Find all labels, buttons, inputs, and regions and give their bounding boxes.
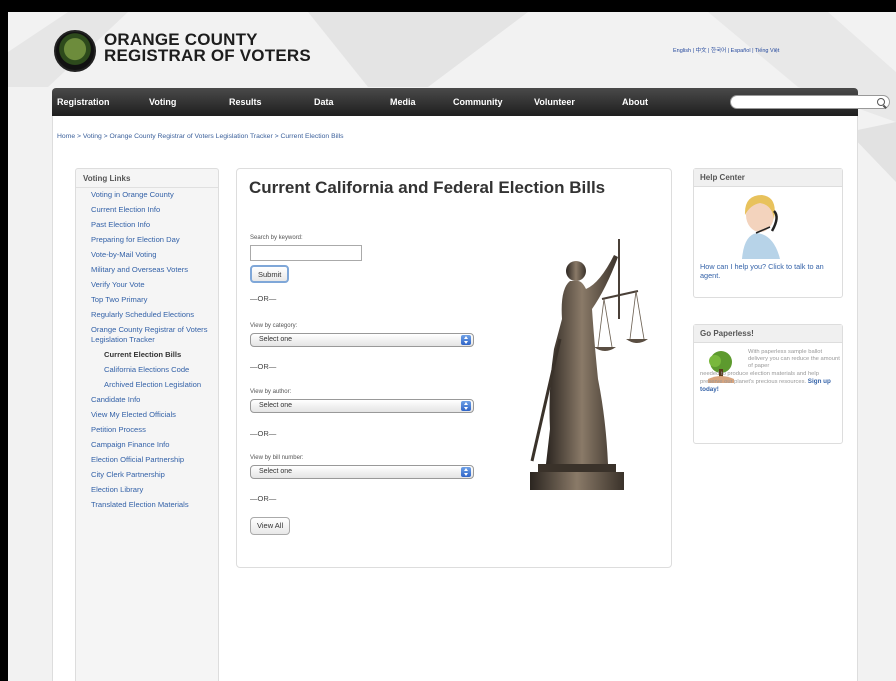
sidebar-item-regular-elections[interactable]: Regularly Scheduled Elections	[76, 308, 218, 323]
go-paperless-card: Go Paperless! With paperless sample ball…	[693, 324, 843, 444]
sidebar-item-elected-officials[interactable]: View My Elected Officials	[76, 408, 218, 423]
sidebar-item-preparing[interactable]: Preparing for Election Day	[76, 233, 218, 248]
nav-item-about[interactable]: About	[622, 97, 648, 107]
content-area: Home > Voting > Orange County Registrar …	[52, 116, 858, 681]
sidebar-item-petition-process[interactable]: Petition Process	[76, 423, 218, 438]
sidebar-item-official-partnership[interactable]: Election Official Partnership	[76, 453, 218, 468]
site-logo-text[interactable]: ORANGE COUNTY REGISTRAR OF VOTERS	[104, 31, 311, 65]
nav-item-community[interactable]: Community	[453, 97, 503, 107]
site-search-input[interactable]	[730, 95, 890, 109]
sidebar-item-archived-legislation[interactable]: Archived Election Legislation	[76, 378, 218, 393]
author-select[interactable]: Select one	[250, 399, 474, 413]
category-label: View by category:	[250, 323, 298, 329]
main-nav: Registration Voting Results Data Media C…	[52, 88, 890, 116]
sidebar-item-current-election-info[interactable]: Current Election Info	[76, 203, 218, 218]
sidebar-item-translated-materials[interactable]: Translated Election Materials	[76, 498, 218, 513]
sidebar-item-campaign-finance[interactable]: Campaign Finance Info	[76, 438, 218, 453]
or-divider: —OR—	[250, 362, 277, 371]
category-select-value: Select one	[259, 336, 293, 343]
sidebar-item-elections-code[interactable]: California Elections Code	[76, 363, 218, 378]
nav-item-volunteer[interactable]: Volunteer	[534, 97, 575, 107]
submit-button[interactable]: Submit	[250, 265, 290, 283]
keyword-label: Search by keyword:	[250, 235, 303, 241]
sidebar-item-candidate-info[interactable]: Candidate Info	[76, 393, 218, 408]
or-divider: —OR—	[250, 294, 277, 303]
nav-item-voting[interactable]: Voting	[149, 97, 176, 107]
nav-item-registration[interactable]: Registration	[57, 97, 110, 107]
chevron-updown-icon	[461, 401, 471, 411]
nav-item-results[interactable]: Results	[229, 97, 262, 107]
sidebar-item-military-overseas[interactable]: Military and Overseas Voters	[76, 263, 218, 278]
sidebar-item-legislation-tracker[interactable]: Orange County Registrar of Voters Legisl…	[76, 323, 218, 348]
support-agent-photo[interactable]	[712, 189, 802, 259]
author-select-value: Select one	[259, 402, 293, 409]
bill-number-label: View by bill number:	[250, 455, 304, 461]
search-icon[interactable]	[877, 98, 885, 106]
breadcrumb[interactable]: Home > Voting > Orange County Registrar …	[57, 133, 344, 140]
browser-page: ORANGE COUNTY REGISTRAR OF VOTERS Englis…	[8, 12, 896, 681]
sidebar-item-vote-by-mail[interactable]: Vote-by-Mail Voting	[76, 248, 218, 263]
paperless-text-a: With paperless sample ballot delivery yo…	[748, 349, 840, 370]
author-label: View by author:	[250, 389, 292, 395]
help-center-title: Help Center	[694, 169, 842, 187]
county-seal-logo[interactable]	[54, 30, 96, 72]
paperless-text-b: needed to produce election materials and…	[700, 370, 819, 385]
or-divider: —OR—	[250, 429, 277, 438]
sidebar-item-current-election-bills[interactable]: Current Election Bills	[76, 348, 218, 363]
nav-item-data[interactable]: Data	[314, 97, 334, 107]
language-links[interactable]: English | 中文 | 한국어 | Español | Tiếng Việ…	[673, 46, 779, 54]
keyword-search-input[interactable]	[250, 245, 362, 261]
page-title: Current California and Federal Election …	[249, 178, 606, 197]
category-select[interactable]: Select one	[250, 333, 474, 347]
bill-search-panel: Current California and Federal Election …	[236, 168, 672, 568]
go-paperless-title: Go Paperless!	[694, 325, 842, 343]
nav-item-media[interactable]: Media	[390, 97, 416, 107]
view-all-button[interactable]: View All	[250, 517, 291, 535]
bill-number-select-value: Select one	[259, 468, 293, 475]
sidebar-title: Voting Links	[76, 169, 218, 188]
chevron-updown-icon	[461, 335, 471, 345]
paperless-description: With paperless sample ballot delivery yo…	[700, 349, 840, 394]
or-divider: —OR—	[250, 494, 277, 503]
sidebar-item-election-library[interactable]: Election Library	[76, 483, 218, 498]
sidebar-item-past-election-info[interactable]: Past Election Info	[76, 218, 218, 233]
help-center-link[interactable]: How can I help you? Click to talk to an …	[700, 262, 840, 280]
sidebar-item-voting-in-oc[interactable]: Voting in Orange County	[76, 188, 218, 203]
logo-line2: REGISTRAR OF VOTERS	[104, 46, 311, 65]
voting-links-sidebar: Voting Links Voting in Orange County Cur…	[75, 168, 219, 681]
help-center-card: Help Center How can I help you? Click to…	[693, 168, 843, 298]
sidebar-item-verify-vote[interactable]: Verify Your Vote	[76, 278, 218, 293]
lady-justice-statue-image	[530, 239, 648, 490]
sidebar-item-top-two-primary[interactable]: Top Two Primary	[76, 293, 218, 308]
chevron-updown-icon	[461, 467, 471, 477]
sidebar-item-city-clerk[interactable]: City Clerk Partnership	[76, 468, 218, 483]
bill-number-select[interactable]: Select one	[250, 465, 474, 479]
